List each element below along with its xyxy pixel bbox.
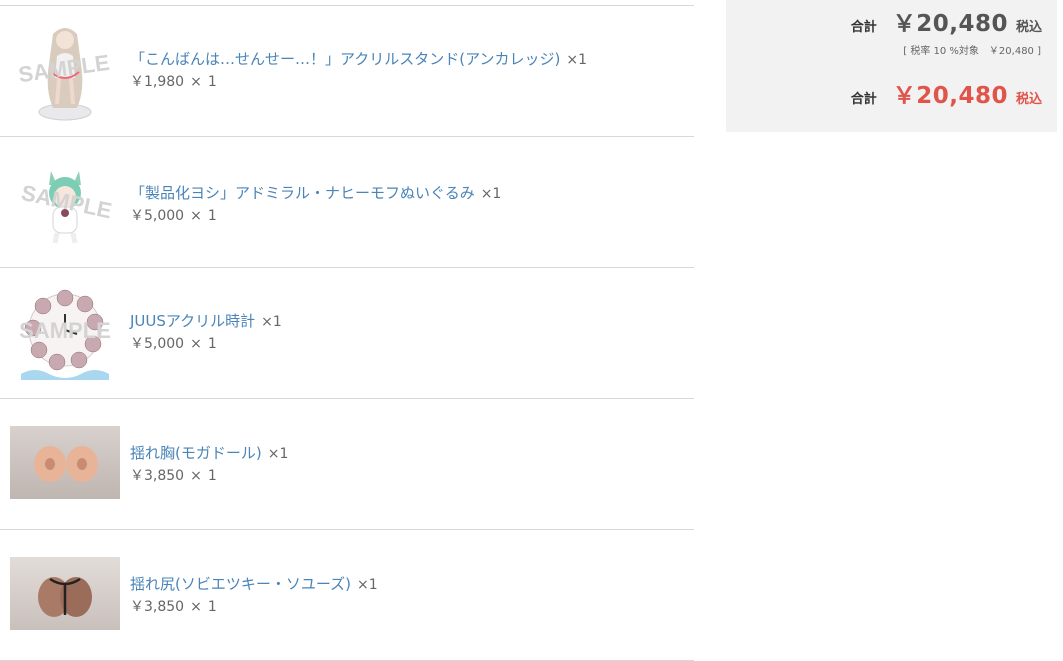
product-name-link[interactable]: 「製品化ヨシ」アドミラル・ナヒーモフぬいぐるみ <box>130 184 475 202</box>
product-name-link[interactable]: JUUSアクリル時計 <box>130 312 255 330</box>
product-quantity: ×1 <box>261 314 282 330</box>
unit-price: ￥5,000 <box>130 336 185 352</box>
price-line: ￥1,980 × 1 <box>130 71 587 93</box>
product-thumbnail[interactable]: SAMPLE <box>10 282 120 386</box>
price-line: ￥3,850 × 1 <box>130 596 378 618</box>
product-quantity: ×1 <box>566 52 587 68</box>
cart-item: 揺れ胸(モガドール) ×1 ￥3,850 × 1 <box>0 399 694 530</box>
subtotal-value: ￥20,480 <box>892 11 1008 37</box>
item-count: 1 <box>207 468 217 484</box>
order-summary-panel: 合計 ￥20,480 税込 [ 税率 10 %対象 ￥20,480 ] 合計 ￥… <box>726 0 1057 132</box>
item-count: 1 <box>207 599 217 615</box>
multiply-sign: × <box>190 468 202 484</box>
cart-item: SAMPLE 「こんばんは…せんせー…！」アクリルスタンド(アンカレッジ) ×1 … <box>0 6 694 137</box>
product-quantity: ×1 <box>480 186 502 202</box>
product-thumbnail[interactable]: SAMPLE <box>10 151 120 255</box>
cart-item: SAMPLE JUUSアクリル時計 ×1 ￥5,000 × 1 <box>0 268 694 399</box>
plush-doll-image: SAMPLE <box>19 171 114 244</box>
acrylic-clock-image: SAMPLE <box>19 289 111 380</box>
price-line: ￥5,000 × 1 <box>130 205 501 227</box>
subtotal-row: 合計 ￥20,480 税込 <box>851 4 1042 38</box>
tax-included-label: 税込 <box>1015 20 1042 35</box>
unit-price: ￥3,850 <box>130 599 185 615</box>
multiply-sign: × <box>190 208 202 224</box>
unit-price: ￥3,850 <box>130 468 185 484</box>
product-quantity: ×1 <box>267 446 289 462</box>
unit-price: ￥1,980 <box>130 74 185 90</box>
grand-total-row: 合計 ￥20,480 税込 <box>851 76 1042 110</box>
product-thumbnail[interactable] <box>10 426 120 499</box>
tax-breakdown: [ 税率 10 %対象 ￥20,480 ] <box>903 46 1041 57</box>
item-count: 1 <box>207 74 217 90</box>
cart-item-list: SAMPLE 「こんばんは…せんせー…！」アクリルスタンド(アンカレッジ) ×1 … <box>0 5 694 661</box>
sample-watermark: SAMPLE <box>19 318 111 343</box>
acrylic-stand-image: SAMPLE <box>17 28 111 121</box>
grand-total-value: ￥20,480 <box>892 83 1008 109</box>
product-photo <box>10 557 120 630</box>
product-name-link[interactable]: 揺れ尻(ソビエツキー・ソユーズ) <box>130 575 351 593</box>
product-name-link[interactable]: 揺れ胸(モガドール) <box>130 444 262 462</box>
subtotal-label: 合計 <box>850 20 877 35</box>
cart-item: 揺れ尻(ソビエツキー・ソユーズ) ×1 ￥3,850 × 1 <box>0 530 694 661</box>
product-thumbnail[interactable] <box>10 557 120 630</box>
item-count: 1 <box>207 336 217 352</box>
grand-total-label: 合計 <box>850 92 877 107</box>
multiply-sign: × <box>190 74 202 90</box>
price-line: ￥3,850 × 1 <box>130 465 288 487</box>
unit-price: ￥5,000 <box>130 208 185 224</box>
multiply-sign: × <box>190 599 202 615</box>
product-quantity: ×1 <box>356 577 378 593</box>
item-count: 1 <box>207 208 217 224</box>
product-photo <box>10 426 120 499</box>
cart-item: SAMPLE 「製品化ヨシ」アドミラル・ナヒーモフぬいぐるみ ×1 ￥5,000 ×… <box>0 137 694 268</box>
grand-tax-included-label: 税込 <box>1015 92 1042 107</box>
price-line: ￥5,000 × 1 <box>130 333 282 355</box>
multiply-sign: × <box>190 336 202 352</box>
product-name-link[interactable]: 「こんばんは…せんせー…！」アクリルスタンド(アンカレッジ) <box>130 50 560 68</box>
product-thumbnail[interactable]: SAMPLE <box>10 20 120 124</box>
